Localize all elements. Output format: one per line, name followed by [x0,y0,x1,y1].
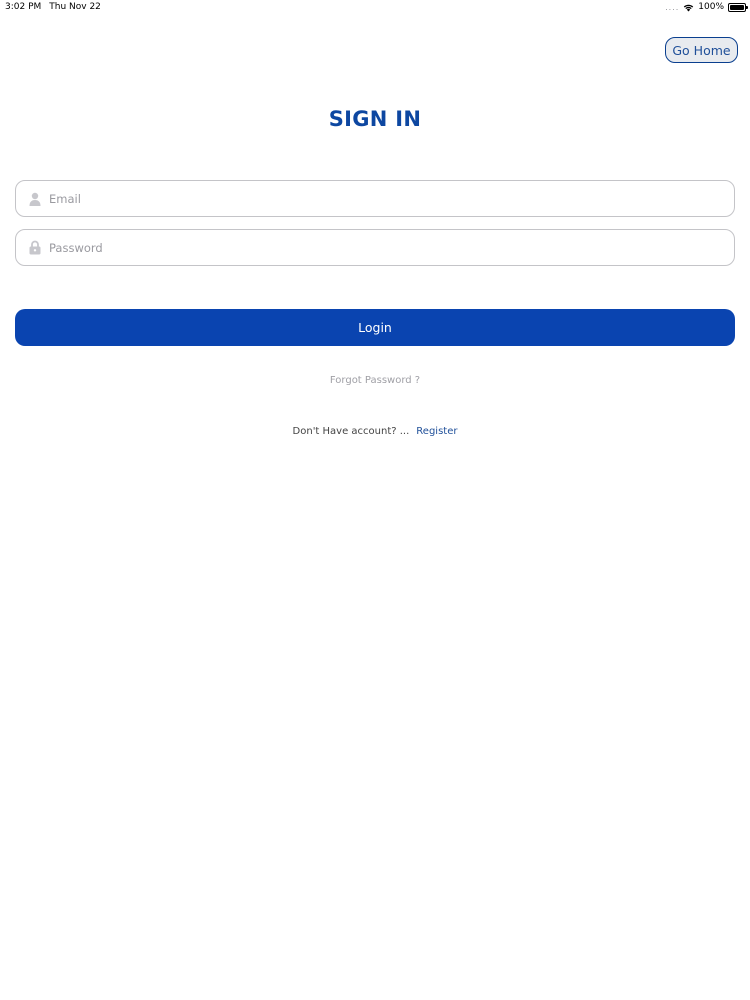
sign-in-screen: 3:02 PM Thu Nov 22 .... 100% Go Home SIG… [0,0,750,1000]
register-link[interactable]: Register [416,426,457,437]
lock-icon [28,240,42,256]
email-field[interactable] [15,180,735,217]
battery-percent: 100% [698,2,724,12]
email-input[interactable] [49,181,699,216]
go-home-button[interactable]: Go Home [665,37,738,63]
user-icon [28,191,42,207]
status-time: 3:02 PM [5,2,42,12]
status-bar: 3:02 PM Thu Nov 22 .... 100% [0,0,750,16]
forgot-password-link[interactable]: Forgot Password ? [0,375,750,386]
register-prompt: Don't Have account? ... [292,426,410,437]
status-left: 3:02 PM Thu Nov 22 [5,2,101,12]
page-title: SIGN IN [328,107,422,131]
status-date: Thu Nov 22 [49,2,101,12]
battery-level [730,4,744,10]
password-field[interactable] [15,229,735,266]
register-row: Don't Have account? ... Register [0,426,750,437]
battery-icon [728,2,748,12]
status-right: .... 100% [665,2,748,12]
password-input[interactable] [49,230,699,265]
wifi-icon [683,3,694,12]
signal-indicator: .... [665,2,680,12]
login-button[interactable]: Login [15,309,735,346]
